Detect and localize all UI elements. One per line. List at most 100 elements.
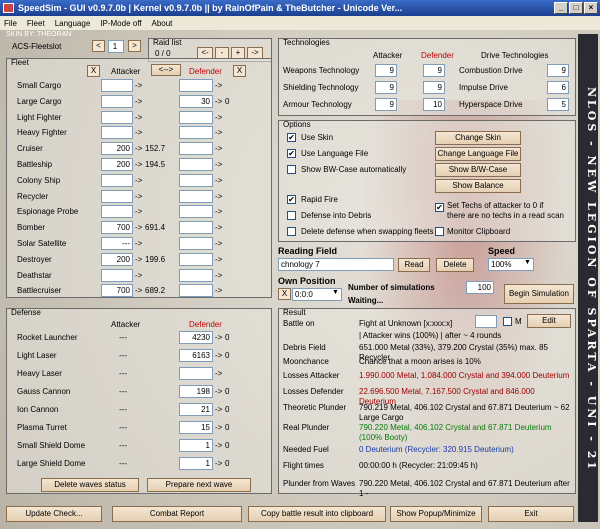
fleet-defender-arrow: -> bbox=[215, 175, 223, 185]
fleet-defender-input[interactable] bbox=[179, 126, 213, 140]
exit-button[interactable]: Exit bbox=[488, 506, 574, 522]
fleet-defender-input[interactable] bbox=[179, 110, 213, 124]
rapid-fire-checkbox[interactable]: ✔ bbox=[287, 195, 296, 204]
defense-defender-input[interactable]: 15 bbox=[179, 421, 213, 434]
fleet-defender-input[interactable] bbox=[179, 284, 213, 298]
acs-next-button[interactable]: > bbox=[128, 40, 141, 52]
tech-defender-label: Defender bbox=[421, 51, 454, 60]
prepare-wave-button[interactable]: Prepare next wave bbox=[147, 478, 251, 492]
change-language-button[interactable]: Change Language File bbox=[435, 147, 521, 161]
delete-button[interactable]: Delete bbox=[436, 258, 474, 272]
fleet-defender-input[interactable] bbox=[179, 158, 213, 171]
fleet-defender-arrow: -> bbox=[215, 96, 223, 106]
defense-debris-checkbox[interactable] bbox=[287, 211, 296, 220]
defense-defender-input[interactable]: 1 bbox=[179, 457, 213, 470]
fleet-attacker-input[interactable] bbox=[101, 189, 133, 203]
fleet-defender-input[interactable] bbox=[179, 189, 213, 203]
fleet-attacker-input[interactable] bbox=[101, 79, 133, 92]
fleet-attacker-input[interactable]: 200 bbox=[101, 142, 133, 156]
fleet-title: Fleet bbox=[11, 58, 29, 67]
fleet-row-name: Solar Satellite bbox=[17, 239, 67, 248]
fleet-row-name: Deathstar bbox=[17, 270, 52, 280]
clear-attacker-button[interactable]: X bbox=[87, 65, 100, 77]
read-button[interactable]: Read bbox=[398, 258, 430, 272]
defense-defender-input[interactable]: 6163 bbox=[179, 349, 213, 362]
monitor-clipboard-checkbox[interactable] bbox=[435, 227, 444, 236]
fleet-attacker-input[interactable] bbox=[101, 94, 133, 108]
fleet-attacker-input[interactable] bbox=[101, 205, 133, 219]
acs-slot-input[interactable]: 1 bbox=[108, 40, 124, 53]
combat-report-button[interactable]: Combat Report bbox=[112, 506, 242, 522]
tech-attacker-input[interactable]: 9 bbox=[375, 64, 397, 77]
tech-attacker-input[interactable]: 9 bbox=[375, 81, 397, 94]
drive-tech-input[interactable]: 9 bbox=[547, 64, 569, 77]
fleet-attacker-input[interactable]: 700 bbox=[101, 284, 133, 298]
result-row-label: Moonchance bbox=[283, 357, 329, 366]
tech-defender-input[interactable]: 10 bbox=[423, 98, 445, 111]
clear-defender-button[interactable]: X bbox=[233, 65, 246, 77]
fleet-attacker-input[interactable] bbox=[101, 173, 133, 187]
own-position-label: Own Position bbox=[278, 276, 336, 286]
close-button[interactable]: × bbox=[584, 2, 598, 14]
show-bw-button[interactable]: Show B/W-Case bbox=[435, 163, 521, 177]
result-row-label: Flight times bbox=[283, 461, 324, 470]
fleet-defender-input[interactable] bbox=[179, 205, 213, 219]
fleet-attacker-input[interactable]: 200 bbox=[101, 158, 133, 171]
defense-defender-arrow: -> bbox=[215, 369, 223, 378]
tech-defender-input[interactable]: 9 bbox=[423, 64, 445, 77]
copy-result-button[interactable]: Copy battle result into clipboard bbox=[248, 506, 386, 522]
defense-defender-input[interactable] bbox=[179, 367, 213, 380]
result-title: Result bbox=[283, 308, 306, 317]
tech-attacker-input[interactable]: 9 bbox=[375, 98, 397, 111]
defense-defender-input[interactable]: 4230 bbox=[179, 331, 213, 344]
menu-fleet[interactable]: Fleet bbox=[27, 19, 45, 28]
delete-defense-checkbox[interactable] bbox=[287, 227, 296, 236]
fleet-defender-input[interactable] bbox=[179, 252, 213, 266]
menu-file[interactable]: File bbox=[4, 19, 17, 28]
clear-position-button[interactable]: X bbox=[278, 288, 291, 300]
fleet-attacker-input[interactable] bbox=[101, 110, 133, 124]
fleet-attacker-input[interactable] bbox=[101, 126, 133, 140]
begin-simulation-button[interactable]: Begin Simulation bbox=[504, 284, 574, 304]
defense-defender-input[interactable]: 198 bbox=[179, 385, 213, 398]
fleet-attacker-input[interactable] bbox=[101, 268, 133, 282]
use-language-checkbox[interactable]: ✔ bbox=[287, 149, 296, 158]
defense-defender-input[interactable]: 1 bbox=[179, 439, 213, 452]
fleet-attacker-input[interactable]: 700 bbox=[101, 221, 133, 235]
acs-prev-button[interactable]: < bbox=[92, 40, 105, 52]
fleet-defender-input[interactable] bbox=[179, 221, 213, 235]
show-balance-button[interactable]: Show Balance bbox=[435, 179, 521, 193]
use-skin-checkbox[interactable]: ✔ bbox=[287, 133, 296, 142]
maximize-button[interactable]: □ bbox=[569, 2, 583, 14]
fleet-defender-input[interactable] bbox=[179, 237, 213, 250]
fleet-defender-input[interactable] bbox=[179, 173, 213, 187]
simulations-input[interactable]: 100 bbox=[466, 281, 494, 294]
minimize-button[interactable]: _ bbox=[554, 2, 568, 14]
update-check-button[interactable]: Update Check... bbox=[6, 506, 102, 522]
show-bw-checkbox[interactable] bbox=[287, 165, 296, 174]
tech-defender-input[interactable]: 9 bbox=[423, 81, 445, 94]
popup-minimize-button[interactable]: Show Popup/Minimize bbox=[390, 506, 482, 522]
result-row-value: Chance that a moon arises is 10% bbox=[359, 357, 481, 366]
fleet-defender-input[interactable] bbox=[179, 268, 213, 282]
fleet-attacker-input[interactable]: 200 bbox=[101, 252, 133, 266]
change-skin-button[interactable]: Change Skin bbox=[435, 131, 521, 145]
fleet-row-name: Bomber bbox=[17, 223, 46, 233]
menu-language[interactable]: Language bbox=[55, 19, 91, 28]
menu-ip-mode[interactable]: IP-Mode off bbox=[100, 19, 141, 28]
reading-field-input[interactable]: chnology 7 bbox=[278, 258, 394, 271]
defense-defender-input[interactable]: 21 bbox=[179, 403, 213, 416]
set-techs-checkbox[interactable]: ✔ bbox=[435, 203, 444, 212]
fleet-defender-input[interactable] bbox=[179, 79, 213, 92]
swap-fleets-button[interactable]: <--> bbox=[151, 64, 181, 76]
defense-defender-arrow: -> bbox=[215, 423, 223, 432]
drive-tech-input[interactable]: 5 bbox=[547, 98, 569, 111]
position-dropdown-icon[interactable]: ▼ bbox=[332, 289, 339, 296]
fleet-defender-input[interactable]: 30 bbox=[179, 94, 213, 108]
fleet-defender-input[interactable] bbox=[179, 142, 213, 156]
menu-about[interactable]: About bbox=[152, 19, 173, 28]
drive-tech-input[interactable]: 6 bbox=[547, 81, 569, 94]
fleet-attacker-input[interactable]: --- bbox=[101, 237, 133, 250]
speed-dropdown-icon[interactable]: ▼ bbox=[524, 259, 531, 266]
delete-waves-button[interactable]: Delete waves status bbox=[41, 478, 139, 492]
